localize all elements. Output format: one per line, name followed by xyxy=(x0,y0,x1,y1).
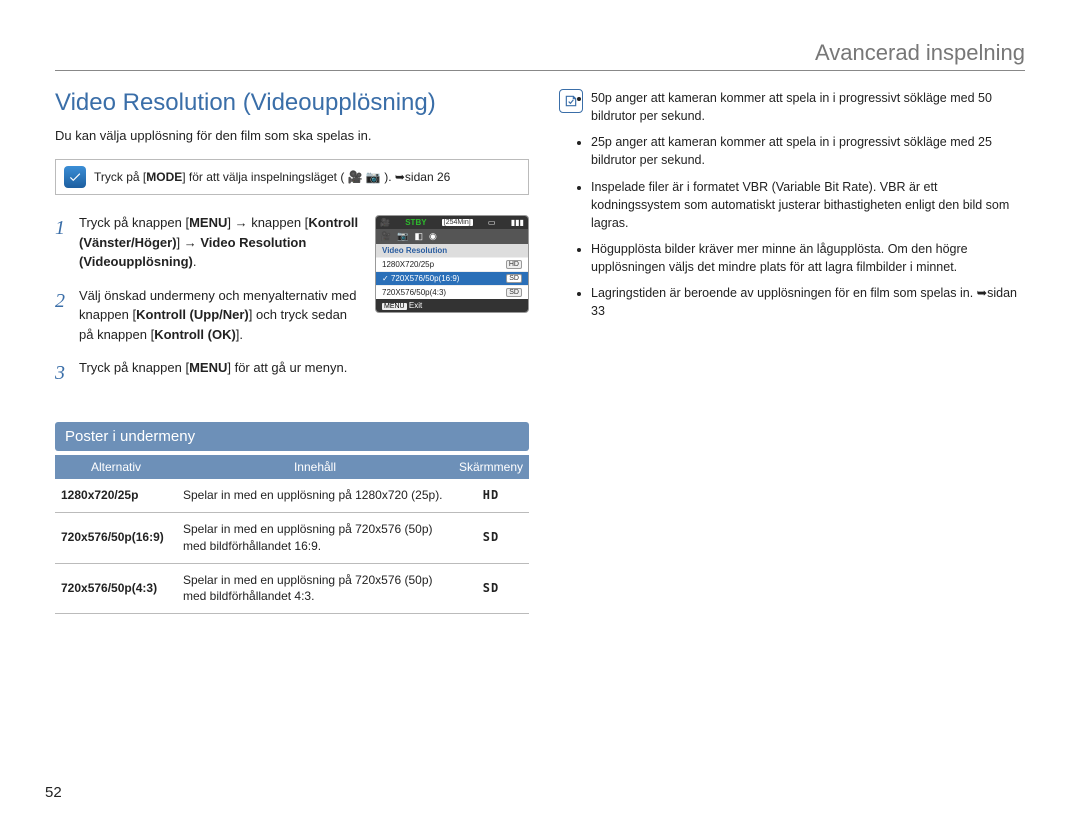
table-row: 720x576/50p(16:9) Spelar in med en upplö… xyxy=(55,512,529,563)
intro-text: Du kan välja upplösning för den film som… xyxy=(55,127,529,145)
subsection-title: Poster i undermeny xyxy=(55,422,529,451)
th-innehall: Innehåll xyxy=(177,455,453,479)
table-row: 1280x720/25p Spelar in med en upplösning… xyxy=(55,479,529,512)
lcd-item-selected: ✓ 720X576/50p(16:9) SD xyxy=(376,271,528,285)
tab-scene-icon: ◧ xyxy=(414,231,423,242)
step-2-text: Välj önskad undermeny och menyalternativ… xyxy=(79,286,365,345)
chapter-header: Avancerad inspelning xyxy=(55,40,1025,71)
step-1-text: Tryck på knappen [MENU] → knappen [Kontr… xyxy=(79,213,365,272)
chapter-title: Avancerad inspelning xyxy=(815,40,1025,65)
tip-box: Tryck på [MODE] för att välja inspelning… xyxy=(55,159,529,195)
submenu-table: Alternativ Innehåll Skärmmeny 1280x720/2… xyxy=(55,455,529,614)
th-skarmmeny: Skärmmeny xyxy=(453,455,529,479)
step-3-text: Tryck på knappen [MENU] för att gå ur me… xyxy=(79,358,529,378)
lcd-preview: 🎥 STBY [254Min] ▭ ▮▮▮ 🎥 📷 ◧ ◉ Video Reso… xyxy=(375,215,529,313)
th-alternativ: Alternativ xyxy=(55,455,177,479)
lcd-tabs: 🎥 📷 ◧ ◉ xyxy=(376,229,528,244)
note-item: 50p anger att kameran kommer att spela i… xyxy=(591,89,1025,125)
note-item: 25p anger att kameran kommer att spela i… xyxy=(591,133,1025,169)
tab-video-icon: 🎥 xyxy=(380,231,391,242)
battery-icon: ▮▮▮ xyxy=(511,218,524,227)
lcd-time: [254Min] xyxy=(442,219,473,226)
section-title: Video Resolution (Videoupplösning) xyxy=(55,89,529,117)
tip-icon xyxy=(64,166,86,188)
lcd-statusbar: 🎥 STBY [254Min] ▭ ▮▮▮ xyxy=(376,216,528,229)
notes-list: 50p anger att kameran kommer att spela i… xyxy=(591,89,1025,320)
tab-record-icon: ◉ xyxy=(429,231,437,242)
note-item: Inspelade filer är i formatet VBR (Varia… xyxy=(591,178,1025,232)
tip-text: Tryck på [MODE] för att välja inspelning… xyxy=(94,170,450,184)
lcd-exit: MENU Exit xyxy=(376,299,528,312)
note-item: Högupplösta bilder kräver mer minne än l… xyxy=(591,240,1025,276)
lcd-item: 1280X720/25p HD xyxy=(376,257,528,271)
page-number: 52 xyxy=(45,784,62,801)
sd-card-icon: ▭ xyxy=(488,218,496,227)
note-item: Lagringstiden är beroende av upplösninge… xyxy=(591,284,1025,320)
step-2: 2 Välj önskad undermeny och menyalternat… xyxy=(55,286,365,345)
step-1: 1 Tryck på knappen [MENU] → knappen [Kon… xyxy=(55,213,365,272)
video-mode-icon: 🎥 xyxy=(380,218,390,227)
lcd-item: 720X576/50p(4:3) SD xyxy=(376,285,528,299)
lcd-menu-title: Video Resolution xyxy=(376,244,528,257)
tab-photo-icon: 📷 xyxy=(397,231,408,242)
table-row: 720x576/50p(4:3) Spelar in med en upplös… xyxy=(55,563,529,614)
lcd-stby: STBY xyxy=(405,218,426,227)
step-3: 3 Tryck på knappen [MENU] för att gå ur … xyxy=(55,358,529,388)
